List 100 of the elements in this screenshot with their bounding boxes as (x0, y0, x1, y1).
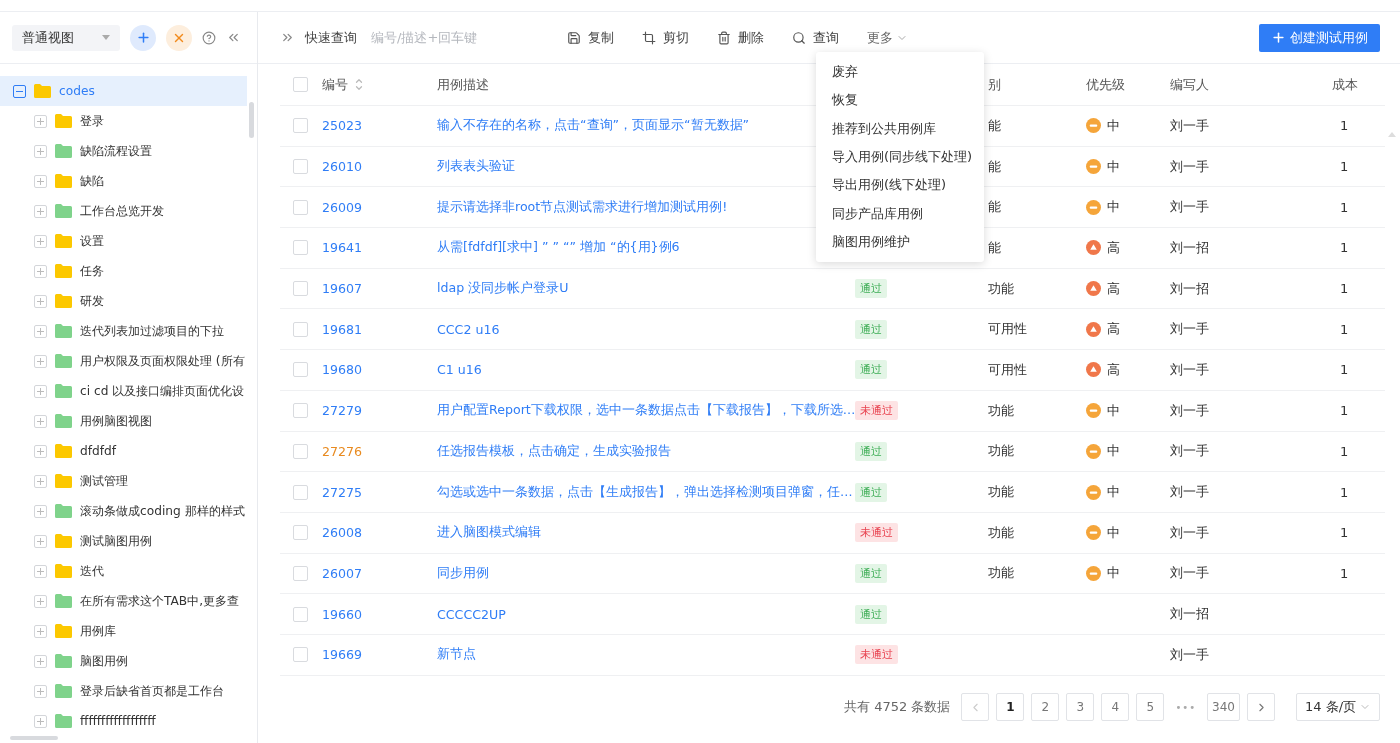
expand-icon[interactable] (34, 204, 47, 218)
expand-icon[interactable] (34, 444, 47, 458)
expand-icon[interactable] (34, 534, 47, 548)
menu-item[interactable]: 恢复 (816, 86, 984, 115)
tree-item[interactable]: dfdfdf (0, 436, 247, 466)
expand-icon[interactable] (34, 354, 47, 368)
checkbox[interactable] (293, 647, 308, 663)
tree-item[interactable]: ci cd 以及接口编排页面优化设 (0, 376, 247, 406)
checkbox[interactable] (293, 118, 308, 134)
tree-item[interactable]: 迭代 (0, 556, 247, 586)
tree-item[interactable]: 缺陷流程设置 (0, 136, 247, 166)
case-description-link[interactable]: 新节点 (437, 646, 855, 664)
checkbox[interactable] (293, 240, 308, 256)
expand-icon[interactable] (34, 564, 47, 578)
tree-item[interactable]: 登录 (0, 106, 247, 136)
next-page-button[interactable] (1247, 693, 1275, 721)
case-id-link[interactable]: 19680 (322, 362, 437, 378)
tree-item[interactable]: 任务 (0, 256, 247, 286)
tree-item[interactable]: 工作台总览开发 (0, 196, 247, 226)
expand-icon[interactable] (34, 714, 47, 728)
close-button[interactable] (166, 24, 192, 51)
checkbox[interactable] (293, 199, 308, 215)
case-id-link[interactable]: 27279 (322, 403, 437, 419)
column-header[interactable]: 编号 (322, 75, 348, 94)
case-id-link[interactable]: 19669 (322, 647, 437, 663)
checkbox[interactable] (293, 403, 308, 419)
page-button[interactable]: 1 (996, 693, 1025, 721)
expand-icon[interactable] (34, 594, 47, 608)
checkbox[interactable] (293, 443, 308, 459)
tree-item[interactable]: 缺陷 (0, 166, 247, 196)
checkbox[interactable] (293, 565, 308, 581)
page-button[interactable]: 340 (1207, 693, 1240, 721)
case-id-link[interactable]: 26009 (322, 199, 437, 215)
tree-item[interactable]: 登录后缺省首页都是工作台 (0, 676, 247, 706)
add-button[interactable] (130, 24, 156, 51)
collapse-icon[interactable] (13, 84, 26, 98)
case-description-link[interactable]: 用户配置Report下载权限，选中一条数据点击【下载报告】，下载所选… (437, 402, 855, 420)
expand-icon[interactable] (34, 654, 47, 668)
expand-icon[interactable] (34, 234, 47, 248)
search-button[interactable]: 查询 (792, 28, 839, 47)
case-id-link[interactable]: 25023 (322, 118, 437, 134)
expand-icon[interactable] (34, 114, 47, 128)
expand-icon[interactable] (34, 684, 47, 698)
expand-icon[interactable] (34, 414, 47, 428)
case-description-link[interactable]: CCC2 u16 (437, 321, 855, 337)
menu-item[interactable]: 导出用例(线下处理) (816, 171, 984, 200)
view-select[interactable]: 普通视图 (12, 24, 120, 51)
case-description-link[interactable]: ldap 没同步帐户登录U (437, 280, 855, 298)
tree-item[interactable]: 脑图用例 (0, 646, 247, 676)
checkbox[interactable] (293, 362, 308, 378)
page-button[interactable]: 3 (1066, 693, 1095, 721)
expand-icon[interactable] (34, 384, 47, 398)
expand-icon[interactable] (34, 144, 47, 158)
delete-button[interactable]: 删除 (717, 28, 764, 47)
case-id-link[interactable]: 19660 (322, 606, 437, 622)
expand-icon[interactable] (34, 264, 47, 278)
tree-item[interactable]: 用户权限及页面权限处理 (所有 (0, 346, 247, 376)
case-id-link[interactable]: 19607 (322, 281, 437, 297)
case-description-link[interactable]: CCCCC2UP (437, 606, 855, 622)
expand-icon[interactable] (34, 294, 47, 308)
checkbox[interactable] (293, 606, 308, 622)
sort-icon[interactable] (354, 76, 364, 93)
menu-item[interactable]: 废弃 (816, 58, 984, 87)
page-size-select[interactable]: 14 条/页 (1296, 693, 1380, 721)
checkbox[interactable] (293, 159, 308, 175)
expand-icon[interactable] (34, 504, 47, 518)
tree-item[interactable]: 用例库 (0, 616, 247, 646)
scroll-arrow-icon[interactable] (1388, 132, 1396, 137)
expand-icon[interactable] (34, 174, 47, 188)
menu-item[interactable]: 推荐到公共用例库 (816, 114, 984, 143)
tree-item[interactable]: 滚动条做成coding 那样的样式 (0, 496, 247, 526)
page-button[interactable]: 5 (1136, 693, 1165, 721)
page-button[interactable]: 2 (1031, 693, 1060, 721)
case-description-link[interactable]: 任选报告模板，点击确定，生成实验报告 (437, 442, 855, 460)
tree-item[interactable]: ffffffffffffffffff (0, 706, 247, 736)
case-id-link[interactable]: 26008 (322, 525, 437, 541)
checkbox[interactable] (293, 321, 308, 337)
menu-item[interactable]: 导入用例(同步线下处理) (816, 142, 984, 172)
checkbox[interactable] (293, 525, 308, 541)
case-id-link[interactable]: 19641 (322, 240, 437, 256)
page-button[interactable]: 4 (1101, 693, 1130, 721)
case-description-link[interactable]: 进入脑图模式编辑 (437, 524, 855, 542)
case-description-link[interactable]: 同步用例 (437, 564, 855, 582)
create-button[interactable]: 创建测试用例 (1259, 23, 1380, 52)
expand-icon[interactable] (34, 324, 47, 338)
checkbox[interactable] (293, 77, 308, 92)
copy-button[interactable]: 复制 (567, 28, 614, 47)
case-id-link[interactable]: 27275 (322, 484, 437, 500)
scrollbar[interactable] (249, 102, 254, 138)
tree-item[interactable]: 测试管理 (0, 466, 247, 496)
expand-icon[interactable] (34, 624, 47, 638)
menu-item[interactable]: 同步产品库用例 (816, 199, 984, 228)
tree-item[interactable]: 设置 (0, 226, 247, 256)
checkbox[interactable] (293, 484, 308, 500)
tree-item[interactable]: 在所有需求这个TAB中,更多查 (0, 586, 247, 616)
case-id-link[interactable]: 26010 (322, 159, 437, 175)
case-id-link[interactable]: 26007 (322, 565, 437, 581)
tree-item[interactable]: 迭代列表加过滤项目的下拉 (0, 316, 247, 346)
expand-icon[interactable] (34, 474, 47, 488)
tree-item[interactable]: 测试脑图用例 (0, 526, 247, 556)
